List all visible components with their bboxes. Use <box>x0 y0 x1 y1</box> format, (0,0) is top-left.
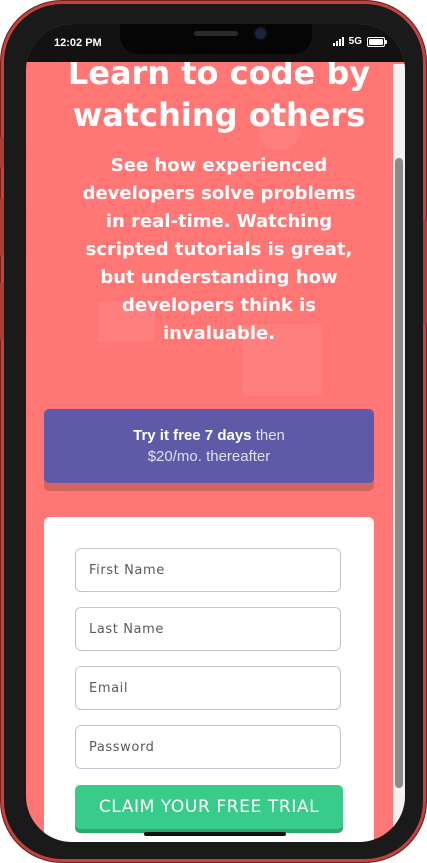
email-field[interactable] <box>75 666 341 710</box>
side-button-volume-down <box>0 282 4 340</box>
signup-form: CLAIM YOUR FREE TRIAL <box>44 517 374 842</box>
promo-connector: then <box>255 427 285 444</box>
first-name-field[interactable] <box>75 548 341 592</box>
promo-banner: Try it free 7 days then $20/mo. thereaft… <box>44 409 374 483</box>
page-title: Learn to code by watching others <box>67 54 371 134</box>
side-button-mute <box>0 137 4 168</box>
network-type: 5G <box>348 36 362 47</box>
side-button-volume-up <box>0 198 4 256</box>
last-name-field[interactable] <box>75 607 341 651</box>
status-indicators: 5G <box>332 36 387 47</box>
landing-page: Learn to code by watching others See how… <box>26 24 405 842</box>
password-field[interactable] <box>75 725 341 769</box>
scrollbar-thumb[interactable] <box>395 158 403 788</box>
status-time: 12:02 PM <box>54 37 102 49</box>
claim-free-trial-button[interactable]: CLAIM YOUR FREE TRIAL <box>75 785 343 829</box>
page-description: See how experienced developers solve pro… <box>82 155 356 344</box>
scrollbar-track[interactable] <box>393 64 405 842</box>
phone-screen: Learn to code by watching others See how… <box>26 24 405 842</box>
promo-highlight: Try it free 7 days <box>133 427 252 444</box>
side-button-power <box>423 220 427 324</box>
signal-icon <box>332 37 344 46</box>
promo-price: $20/mo. thereafter <box>147 448 271 465</box>
speaker-grille <box>194 31 238 36</box>
notch <box>120 24 312 54</box>
battery-icon <box>367 36 387 47</box>
front-camera-icon <box>255 28 266 39</box>
promo-line: Try it free 7 days then <box>44 425 374 446</box>
home-indicator[interactable] <box>144 832 286 836</box>
